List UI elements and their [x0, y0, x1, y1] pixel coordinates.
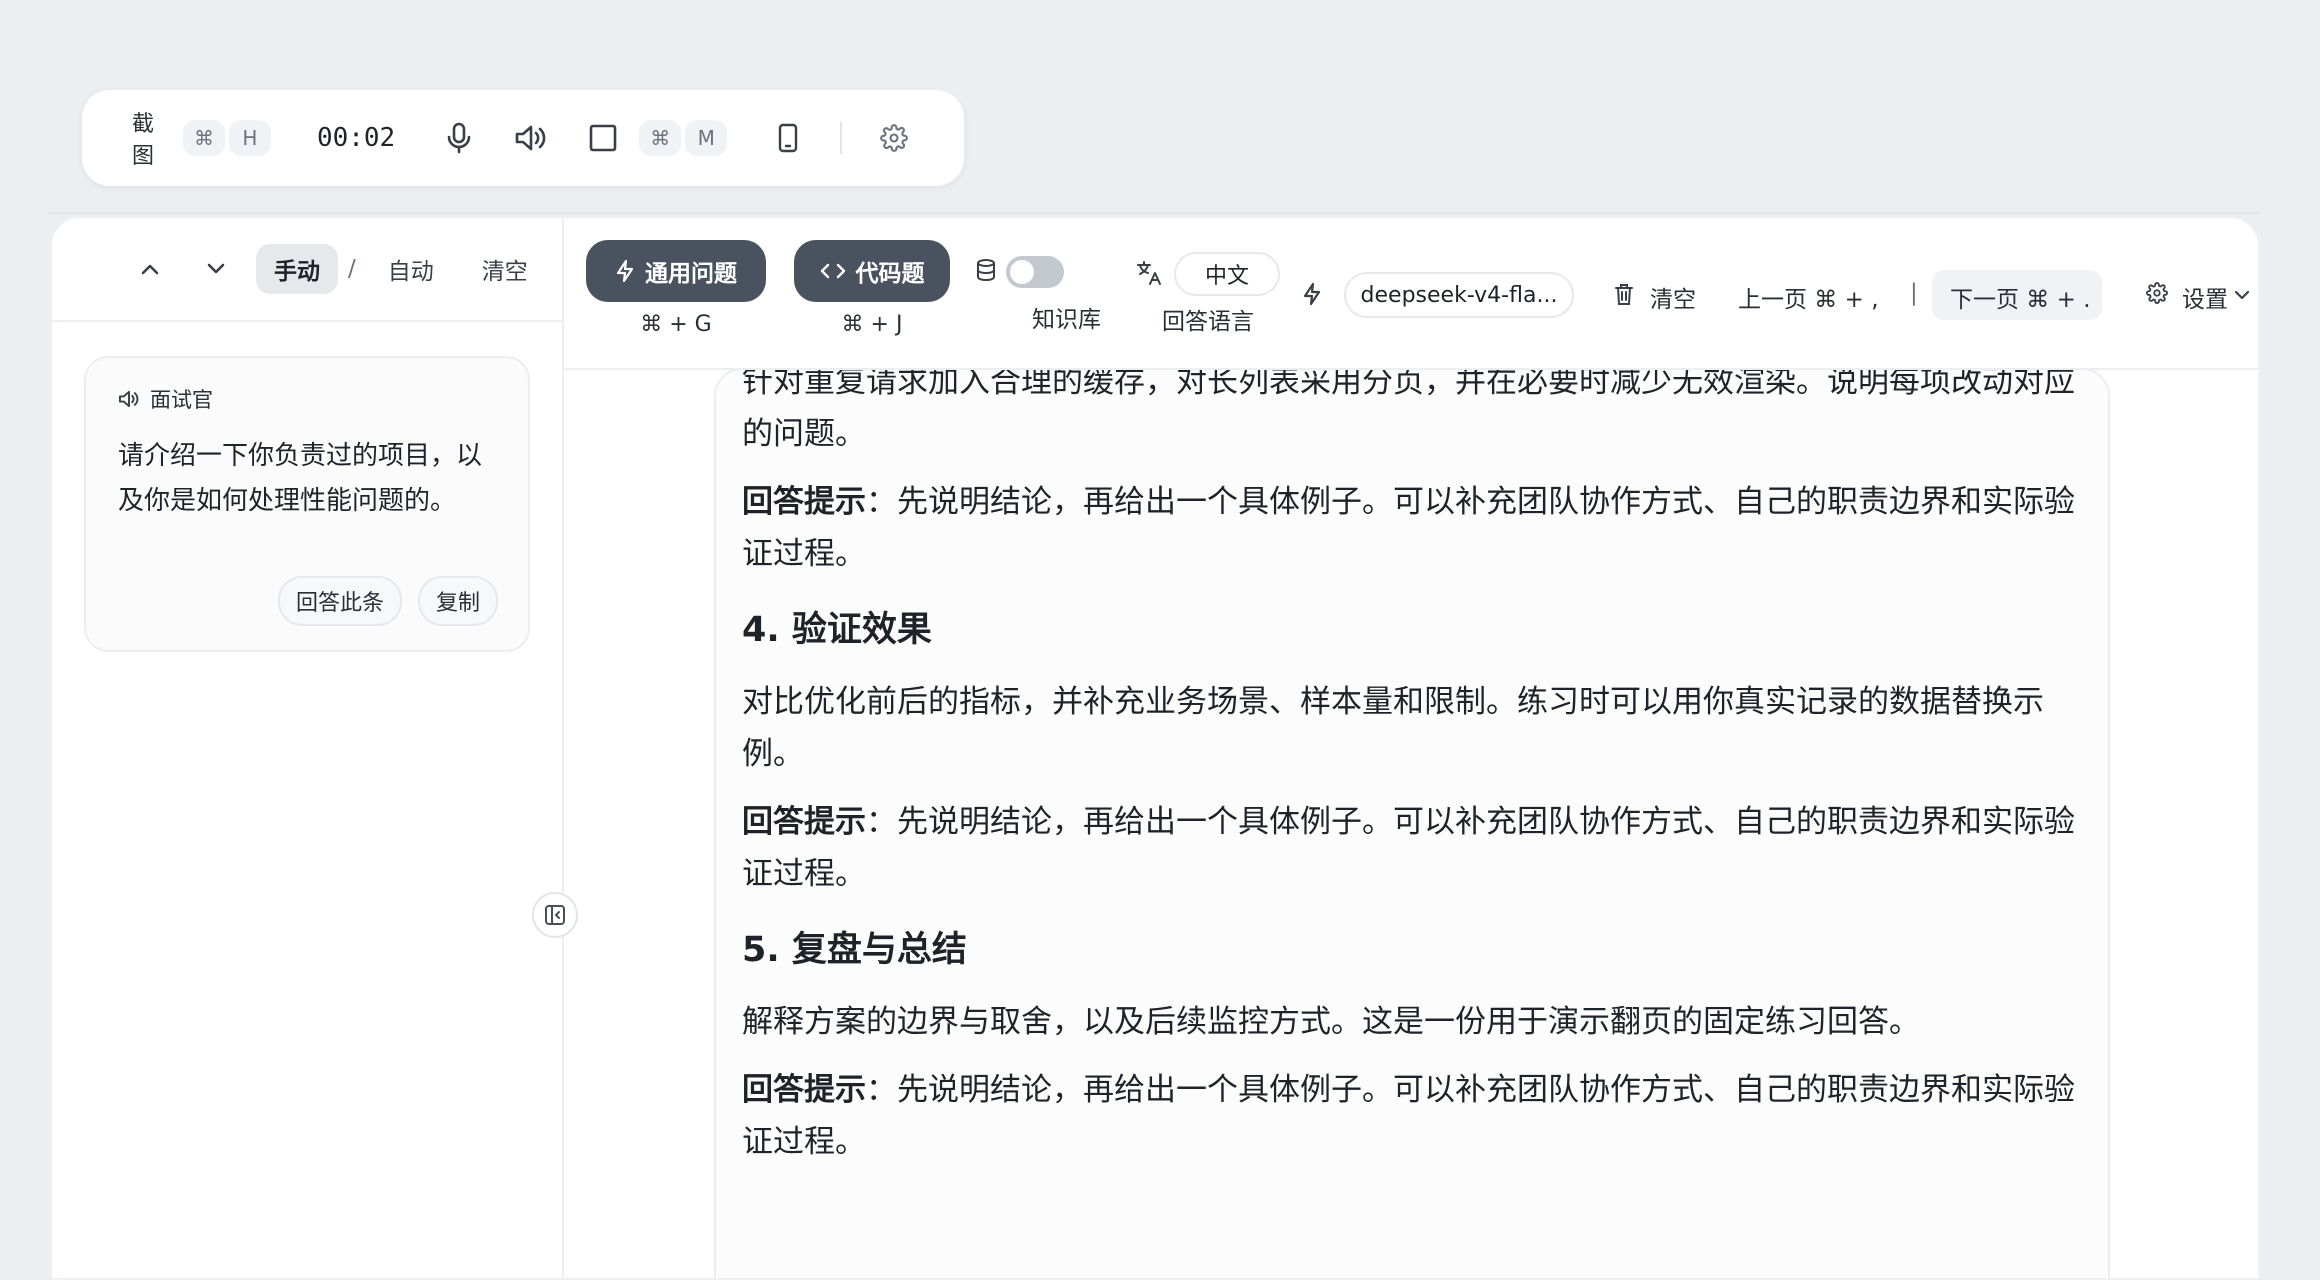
clear-transcript-button[interactable]: 清空 [482, 252, 528, 286]
answer-this-button[interactable]: 回答此条 [277, 576, 402, 626]
speaker-icon[interactable] [508, 112, 554, 164]
mobile-device-icon[interactable] [765, 112, 811, 164]
clear-answer-button[interactable]: 清空 [1650, 280, 1696, 314]
section-heading-review: 5. 复盘与总结 [742, 930, 967, 970]
answer-language-select[interactable]: 中文 [1174, 252, 1280, 296]
question-text: 请介绍一下你负责过的项目，以及你是如何处理性能问题的。 [118, 441, 483, 516]
window-m-key: M [685, 120, 728, 156]
question-actions: 回答此条 复制 [277, 576, 498, 626]
database-icon [976, 258, 996, 282]
next-page-button[interactable]: 下一页 ⌘ + . [1950, 280, 2091, 314]
answer-paragraph: 解释方案的边界与取舍，以及后续监控方式。这是一份用于演示翻页的固定练习回答。 [742, 1004, 1920, 1040]
answer-hint: 回答提示：先说明结论，再给出一个具体例子。可以补充团队协作方式、自己的职责边界和… [742, 1064, 2092, 1168]
code-question-shortcut: ⌘ + J [841, 312, 903, 337]
code-brackets-icon [820, 262, 846, 280]
window-cmd-key: ⌘ [639, 120, 682, 156]
translate-icon [1136, 260, 1162, 286]
lightning-icon [615, 259, 635, 283]
answer-paragraph: 对比优化前后的指标，并补充业务场景、样本量和限制。练习时可以用你真实记录的数据替… [742, 684, 2044, 772]
answer-language-label: 回答语言 [1162, 309, 1254, 335]
settings-menu-button[interactable]: 设置 [2182, 280, 2228, 314]
microphone-icon[interactable] [436, 112, 482, 164]
section-heading-verify: 4. 验证效果 [742, 610, 932, 650]
mode-auto-tab[interactable]: 自动 [388, 252, 434, 286]
collapse-sidebar-icon[interactable] [532, 892, 578, 938]
transcript-header: 手动 / 自动 清空 [52, 218, 562, 322]
toolbar-separator-line [48, 212, 2260, 214]
toolbar-divider [840, 122, 842, 154]
chevron-down-icon[interactable] [190, 243, 242, 295]
answer-scroll[interactable]: 针对重复请求加入合理的缓存，对长列表采用分页，并在必要时减少无效渲染。说明每项改… [742, 368, 2092, 1184]
screenshot-label[interactable]: 截图 [132, 106, 171, 170]
answer-paragraph: 针对重复请求加入合理的缓存，对长列表采用分页，并在必要时减少无效渲染。说明每项改… [742, 368, 2075, 452]
window-square-icon[interactable] [580, 112, 626, 164]
speaker-icon [118, 389, 140, 409]
question-header: 面试官 [118, 384, 496, 414]
chevron-down-icon[interactable] [2234, 290, 2250, 300]
hint-text: ：先说明结论，再给出一个具体例子。可以补充团队协作方式、自己的职责边界和实际验证… [742, 804, 2075, 892]
hint-label: 回答提示 [742, 484, 866, 520]
general-question-shortcut: ⌘ + G [640, 312, 712, 337]
shortcut-h-key: H [228, 120, 271, 156]
copy-button[interactable]: 复制 [417, 576, 498, 626]
answer-content: 针对重复请求加入合理的缓存，对长列表采用分页，并在必要时减少无效渲染。说明每项改… [714, 368, 2110, 1278]
mode-manual-tab[interactable]: 手动 [256, 244, 338, 294]
hint-text: ：先说明结论，再给出一个具体例子。可以补充团队协作方式、自己的职责边界和实际验证… [742, 484, 2075, 572]
general-question-button[interactable]: 通用问题 [586, 240, 766, 302]
gear-icon [2146, 282, 2168, 304]
answer-toolbar: 通用问题 ⌘ + G 代码题 ⌘ + J 知识库 中文 回答语言 deepsee… [564, 218, 2258, 370]
main-panel: 手动 / 自动 清空 面试官 请介绍一下你负责过的项目，以及你是如何处理性能问题… [50, 216, 2260, 1280]
transcript-panel: 手动 / 自动 清空 面试官 请介绍一下你负责过的项目，以及你是如何处理性能问题… [52, 218, 564, 1278]
knowledge-base-toggle[interactable] [1006, 256, 1064, 288]
answer-hint: 回答提示：先说明结论，再给出一个具体例子。可以补充团队协作方式、自己的职责边界和… [742, 796, 2092, 900]
hint-label: 回答提示 [742, 804, 866, 840]
knowledge-base-label: 知识库 [1032, 307, 1101, 333]
trash-icon[interactable] [1614, 282, 1634, 306]
mode-separator: / [348, 256, 356, 282]
answer-hint: 回答提示：先说明结论，再给出一个具体例子。可以补充团队协作方式、自己的职责边界和… [742, 476, 2092, 580]
general-question-label: 通用问题 [645, 261, 737, 287]
shortcut-cmd-key: ⌘ [182, 120, 225, 156]
lightning-icon [1302, 282, 1322, 306]
code-question-label: 代码题 [855, 261, 925, 287]
model-select[interactable]: deepseek-v4-fla... [1344, 272, 1574, 318]
speaker-label: 面试官 [150, 388, 213, 412]
floating-toolbar: 截图 ⌘ H 00:02 ⌘ M [82, 90, 964, 186]
code-question-button[interactable]: 代码题 [794, 240, 950, 302]
hint-label: 回答提示 [742, 1072, 866, 1108]
interviewer-question-card: 面试官 请介绍一下你负责过的项目，以及你是如何处理性能问题的。 回答此条 复制 [84, 356, 530, 652]
page-nav-divider: | [1910, 280, 1918, 306]
chevron-up-icon[interactable] [124, 243, 176, 295]
recording-timer: 00:02 [316, 123, 396, 153]
hint-text: ：先说明结论，再给出一个具体例子。可以补充团队协作方式、自己的职责边界和实际验证… [742, 1072, 2075, 1160]
previous-page-button[interactable]: 上一页 ⌘ + , [1738, 280, 1879, 314]
gear-icon[interactable] [871, 112, 917, 164]
